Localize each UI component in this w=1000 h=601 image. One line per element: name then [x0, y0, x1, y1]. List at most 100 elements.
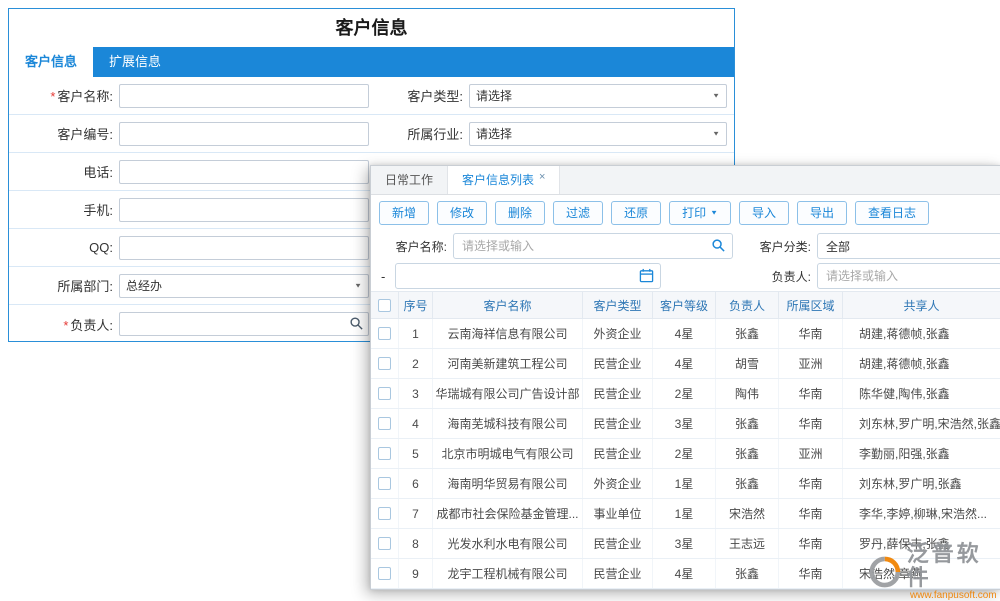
print-button[interactable]: 打印 ▼ — [669, 201, 731, 225]
owner-link[interactable]: 王志远 — [716, 529, 779, 558]
customer-level: 4星 — [653, 559, 716, 588]
customer-name-link[interactable]: 北京市明城电气有限公司 — [433, 439, 583, 468]
row-index: 1 — [399, 319, 433, 348]
owner-link[interactable]: 张鑫 — [716, 409, 779, 438]
row-checkbox[interactable] — [378, 357, 391, 370]
customer-name-link[interactable]: 海南明华贸易有限公司 — [433, 469, 583, 498]
customer-name-link[interactable]: 华瑞城有限公司广告设计部 — [433, 379, 583, 408]
owner-link[interactable]: 张鑫 — [716, 559, 779, 588]
customer-code-input[interactable] — [119, 122, 369, 146]
close-tab-icon[interactable]: × — [539, 171, 545, 183]
customer-type-label: 客户类型: — [369, 86, 469, 105]
import-button[interactable]: 导入 — [739, 201, 789, 225]
region: 亚洲 — [779, 439, 843, 468]
category-value: 全部 — [826, 238, 850, 255]
table-row[interactable]: 5北京市明城电气有限公司民营企业2星张鑫亚洲李勤丽,阳强,张鑫 — [371, 439, 1000, 469]
customer-name-link[interactable]: 海南芜城科技有限公司 — [433, 409, 583, 438]
customer-type-select[interactable]: 请选择 ▼ — [469, 84, 727, 108]
header-share: 共享人 — [843, 292, 1000, 318]
row-checkbox[interactable] — [378, 447, 391, 460]
header-customer-type: 客户类型 — [583, 292, 653, 318]
add-button[interactable]: 新增 — [379, 201, 429, 225]
share-list: 罗丹,薛保丰,张鑫 — [843, 529, 1000, 558]
qq-input[interactable] — [119, 236, 369, 260]
row-checkbox-cell — [371, 499, 399, 528]
row-checkbox-cell — [371, 559, 399, 588]
owner-link[interactable]: 张鑫 — [716, 439, 779, 468]
edit-button[interactable]: 修改 — [437, 201, 487, 225]
tab-customer-list[interactable]: 客户信息列表× — [448, 166, 560, 194]
owner-link[interactable]: 胡雪 — [716, 349, 779, 378]
export-button[interactable]: 导出 — [797, 201, 847, 225]
table-row[interactable]: 8光发水利水电有限公司民营企业3星王志远华南罗丹,薛保丰,张鑫 — [371, 529, 1000, 559]
row-index: 9 — [399, 559, 433, 588]
calendar-icon[interactable] — [639, 268, 654, 283]
owner-search-input[interactable] — [119, 312, 369, 336]
header-customer-name: 客户名称 — [433, 292, 583, 318]
delete-button[interactable]: 删除 — [495, 201, 545, 225]
toolbar: 新增 修改 删除 过滤 还原 打印 ▼ 导入 导出 查看日志 — [371, 195, 1000, 231]
region: 华南 — [779, 529, 843, 558]
region: 亚洲 — [779, 349, 843, 378]
tab-customer-info[interactable]: 客户信息 — [9, 47, 93, 77]
row-checkbox[interactable] — [378, 537, 391, 550]
table-row[interactable]: 2河南美新建筑工程公司民营企业4星胡雪亚洲胡建,蒋德帧,张鑫 — [371, 349, 1000, 379]
form-row-customer-code: 客户编号: 所属行业: 请选择 ▼ — [9, 115, 734, 153]
table-row[interactable]: 9龙宇工程机械有限公司民营企业4星张鑫华南宋浩然,章燕 — [371, 559, 1000, 589]
restore-button[interactable]: 还原 — [611, 201, 661, 225]
row-checkbox-cell — [371, 319, 399, 348]
row-checkbox[interactable] — [378, 387, 391, 400]
search-icon[interactable] — [711, 238, 726, 253]
filter-area: 客户名称: 客户分类: 全部 - — [371, 231, 1000, 291]
owner-link[interactable]: 张鑫 — [716, 469, 779, 498]
row-checkbox[interactable] — [378, 327, 391, 340]
department-select[interactable]: 总经办 ▼ — [119, 274, 369, 298]
search-icon[interactable] — [349, 316, 364, 331]
print-button-label: 打印 — [682, 202, 706, 224]
tab-extended-info[interactable]: 扩展信息 — [93, 47, 177, 77]
category-select[interactable]: 全部 — [817, 233, 1000, 259]
customer-level: 2星 — [653, 439, 716, 468]
table-row[interactable]: 1云南海祥信息有限公司外资企业4星张鑫华南胡建,蒋德帧,张鑫 — [371, 319, 1000, 349]
row-index: 2 — [399, 349, 433, 378]
view-log-button[interactable]: 查看日志 — [855, 201, 929, 225]
customer-table: 序号 客户名称 客户类型 客户等级 负责人 所属区域 共享人 1云南海祥信息有限… — [371, 291, 1000, 589]
date-input[interactable] — [395, 263, 661, 289]
share-list: 刘东林,罗广明,张鑫 — [843, 469, 1000, 498]
owner-filter-input[interactable] — [817, 263, 1000, 289]
row-index: 3 — [399, 379, 433, 408]
row-checkbox[interactable] — [378, 567, 391, 580]
owner-link[interactable]: 陶伟 — [716, 379, 779, 408]
customer-name-link[interactable]: 龙宇工程机械有限公司 — [433, 559, 583, 588]
filter-button[interactable]: 过滤 — [553, 201, 603, 225]
phone-input[interactable] — [119, 160, 369, 184]
select-all-checkbox[interactable] — [378, 299, 391, 312]
tab-daily-work[interactable]: 日常工作 — [371, 166, 448, 194]
table-row[interactable]: 7成都市社会保险基金管理...事业单位1星宋浩然华南李华,李婷,柳琳,宋浩然..… — [371, 499, 1000, 529]
owner-filter — [817, 263, 1000, 289]
customer-type: 民营企业 — [583, 379, 653, 408]
region: 华南 — [779, 379, 843, 408]
table-row[interactable]: 3华瑞城有限公司广告设计部民营企业2星陶伟华南陈华健,陶伟,张鑫 — [371, 379, 1000, 409]
customer-level: 1星 — [653, 499, 716, 528]
row-checkbox[interactable] — [378, 477, 391, 490]
customer-name-link[interactable]: 河南美新建筑工程公司 — [433, 349, 583, 378]
chevron-down-icon: ▼ — [712, 130, 720, 137]
customer-name-link[interactable]: 光发水利水电有限公司 — [433, 529, 583, 558]
customer-name-link[interactable]: 成都市社会保险基金管理... — [433, 499, 583, 528]
row-checkbox[interactable] — [378, 417, 391, 430]
owner-link[interactable]: 宋浩然 — [716, 499, 779, 528]
header-owner: 负责人 — [716, 292, 779, 318]
owner-link[interactable]: 张鑫 — [716, 319, 779, 348]
customer-name-input[interactable] — [119, 84, 369, 108]
table-row[interactable]: 6海南明华贸易有限公司外资企业1星张鑫华南刘东林,罗广明,张鑫 — [371, 469, 1000, 499]
customer-list-window: 日常工作 客户信息列表× 新增 修改 删除 过滤 还原 打印 ▼ 导入 导出 查… — [370, 165, 1000, 590]
row-checkbox[interactable] — [378, 507, 391, 520]
industry-select[interactable]: 请选择 ▼ — [469, 122, 727, 146]
mobile-input[interactable] — [119, 198, 369, 222]
customer-name-link[interactable]: 云南海祥信息有限公司 — [433, 319, 583, 348]
caret-down-icon: ▼ — [710, 204, 718, 222]
table-row[interactable]: 4海南芜城科技有限公司民营企业3星张鑫华南刘东林,罗广明,宋浩然,张鑫 — [371, 409, 1000, 439]
customer-level: 3星 — [653, 529, 716, 558]
customer-name-filter-input[interactable] — [453, 233, 733, 259]
